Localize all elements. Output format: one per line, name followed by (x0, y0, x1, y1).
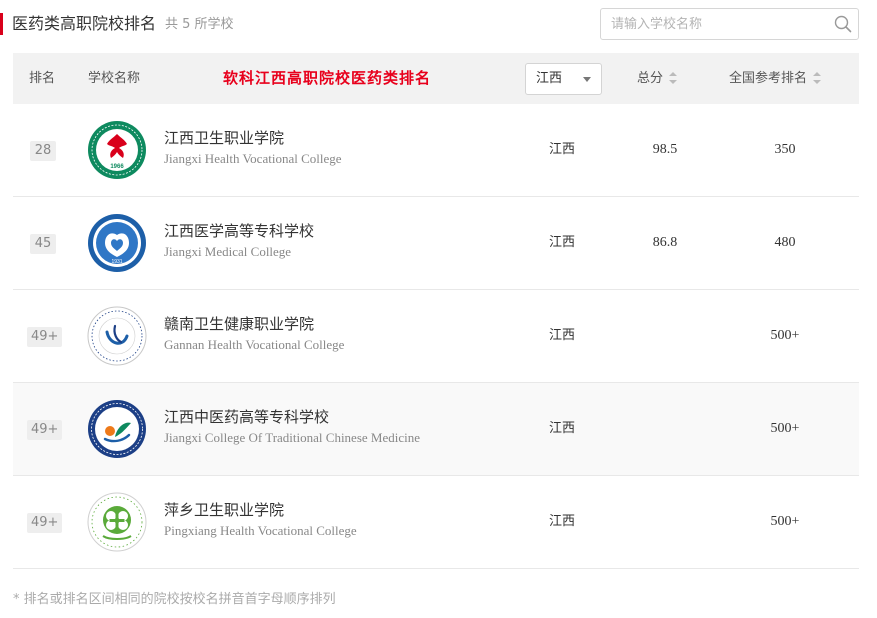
school-name-en: Jiangxi College Of Traditional Chinese M… (164, 430, 420, 445)
school-name-cn[interactable]: 赣南卫生健康职业学院 (164, 314, 314, 334)
national-rank-cell: 500+ (770, 421, 800, 436)
caret-down-icon (583, 77, 591, 82)
school-logo-icon[interactable] (87, 306, 147, 366)
national-rank-cell: 350 (774, 142, 796, 157)
header-accent-bar (0, 13, 3, 35)
ranking-banner: 软科江西高职院校医药类排名 (223, 69, 432, 87)
school-count: 共 5 所学校 (165, 17, 234, 32)
search-box[interactable] (600, 8, 859, 40)
table-row: 49+ 江西中医药高等专科学校 Jiangxi College Of Tradi… (13, 383, 859, 476)
svg-text:1931: 1931 (111, 259, 122, 265)
table-row: 28 1966 江西卫生职业学院 Jiangxi Health Vocation… (13, 104, 859, 197)
province-cell: 江西 (549, 421, 576, 436)
national-rank-cell: 500+ (770, 328, 800, 343)
footnote: * 排名或排名区间相同的院校按校名拼音首字母顺序排列 (13, 592, 336, 607)
column-header-name: 学校名称 (88, 71, 141, 86)
rank-badge: 49+ (27, 327, 63, 347)
school-name-cn[interactable]: 萍乡卫生职业学院 (164, 500, 284, 520)
page-header: 医药类高职院校排名 共 5 所学校 (0, 0, 877, 50)
ranking-table: 排名 学校名称 软科江西高职院校医药类排名 江西 总分 全国参考排名 28 19… (13, 53, 859, 569)
table-row: 49+ 萍乡卫生职业学院 Pingxiang Health Vocational… (13, 476, 859, 569)
rank-badge: 49+ (27, 420, 63, 440)
school-logo-icon[interactable] (87, 399, 147, 459)
national-rank-cell: 500+ (770, 514, 800, 529)
school-name-cn[interactable]: 江西中医药高等专科学校 (164, 407, 329, 427)
province-cell: 江西 (549, 235, 576, 250)
province-select-value: 江西 (536, 71, 563, 86)
column-header-score-label: 总分 (637, 71, 664, 86)
rank-badge: 49+ (27, 513, 63, 533)
school-name-en: Pingxiang Health Vocational College (164, 523, 357, 538)
sort-icon[interactable] (669, 71, 678, 84)
table-row: 45 1931 江西医学高等专科学校 Jiangxi Medical Colle… (13, 197, 859, 290)
svg-text:1966: 1966 (110, 164, 124, 170)
province-cell: 江西 (549, 514, 576, 529)
school-logo-icon[interactable] (87, 492, 147, 552)
province-select[interactable]: 江西 (525, 63, 602, 95)
school-logo-icon[interactable]: 1931 (87, 213, 147, 273)
province-cell: 江西 (549, 328, 576, 343)
column-header-national-rank-label: 全国参考排名 (729, 71, 808, 86)
search-input[interactable] (611, 9, 831, 39)
rank-badge: 28 (30, 141, 56, 161)
national-rank-cell: 480 (774, 235, 796, 250)
school-logo-icon[interactable]: 1966 (87, 120, 147, 180)
school-name-en: Jiangxi Health Vocational College (164, 151, 342, 166)
column-header-national-rank[interactable]: 全国参考排名 (729, 53, 822, 104)
table-header: 排名 学校名称 软科江西高职院校医药类排名 江西 总分 全国参考排名 (13, 53, 859, 104)
province-cell: 江西 (549, 142, 576, 157)
column-header-score[interactable]: 总分 (637, 53, 678, 104)
school-name-en: Jiangxi Medical College (164, 244, 292, 259)
page-title: 医药类高职院校排名 (12, 14, 157, 33)
school-name-cn[interactable]: 江西卫生职业学院 (164, 128, 284, 148)
score-cell: 98.5 (652, 142, 678, 157)
school-name-cn[interactable]: 江西医学高等专科学校 (164, 221, 314, 241)
search-icon[interactable] (834, 15, 852, 33)
rank-badge: 45 (30, 234, 56, 254)
table-row: 49+ 赣南卫生健康职业学院 Gannan Health Vocational … (13, 290, 859, 383)
score-cell: 86.8 (652, 235, 678, 250)
column-header-rank: 排名 (29, 71, 56, 86)
school-name-en: Gannan Health Vocational College (164, 337, 345, 352)
sort-icon[interactable] (813, 71, 822, 84)
